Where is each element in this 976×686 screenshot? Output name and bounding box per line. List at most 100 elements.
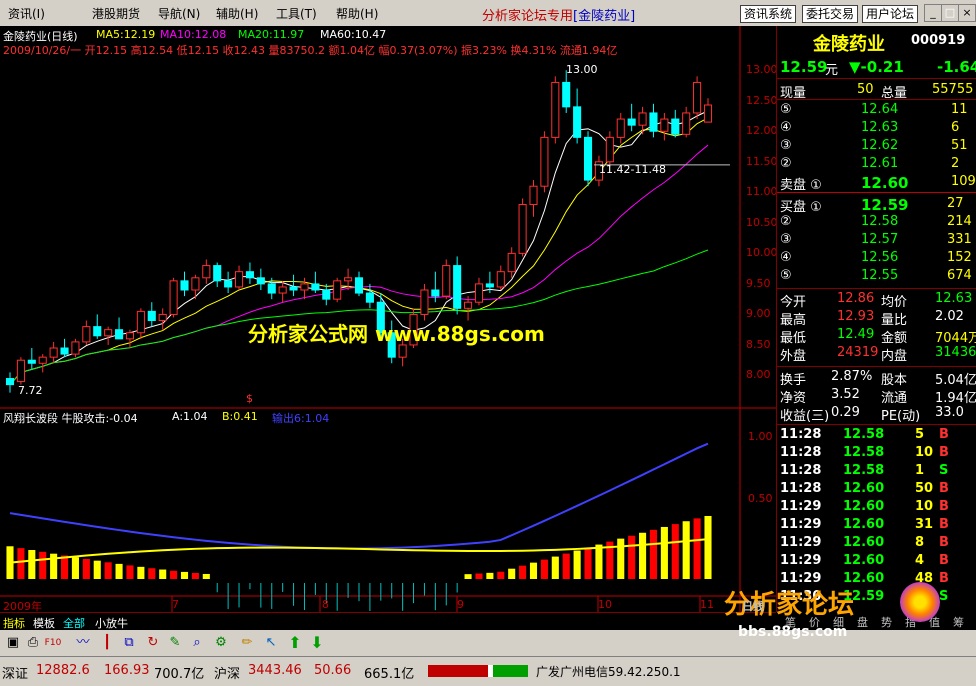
candle-body bbox=[573, 106, 582, 138]
window-title-text: 分析家论坛专用 bbox=[482, 9, 574, 24]
forum-button[interactable]: 用户论坛 bbox=[862, 5, 919, 23]
candle-body bbox=[551, 81, 560, 138]
candle-icon[interactable]: ┃ bbox=[98, 634, 116, 652]
tick-side: B bbox=[939, 535, 949, 550]
edit-icon[interactable]: ✏ bbox=[238, 634, 256, 652]
tick-price: 12.60 bbox=[843, 535, 885, 550]
stat-label: 量比 bbox=[881, 313, 908, 328]
tick-volume: 50 bbox=[915, 481, 934, 496]
candle-body bbox=[311, 283, 320, 291]
minimize-icon[interactable]: _ bbox=[924, 4, 942, 22]
indicator-line-a bbox=[9, 442, 709, 550]
tab-all[interactable]: 全部 bbox=[63, 615, 85, 631]
sz-change: 166.93 bbox=[104, 663, 150, 678]
indicator-title: 风翔长波段 牛股攻击:-0.04 bbox=[3, 412, 138, 425]
buy-price: 12.55 bbox=[861, 268, 899, 283]
candle-body bbox=[158, 313, 167, 322]
f10-icon[interactable]: F10 bbox=[44, 634, 62, 652]
tick-volume: 1 bbox=[915, 463, 925, 478]
menu-item-tools[interactable]: 工具(T) bbox=[276, 5, 317, 22]
indicator-bar bbox=[202, 573, 210, 579]
indicator-bar bbox=[573, 550, 581, 579]
candle-body bbox=[191, 277, 200, 291]
price-tick: 13.00 bbox=[746, 63, 778, 77]
menu-item-info[interactable]: 资讯(I) bbox=[8, 5, 45, 22]
market-breadth-bar bbox=[428, 665, 528, 677]
indicator-bar bbox=[475, 573, 483, 579]
up-arrow-icon[interactable]: ⬆ bbox=[286, 634, 304, 652]
candle-body bbox=[125, 332, 135, 340]
tick-volume: 8 bbox=[915, 535, 925, 550]
price-tick: 11.00 bbox=[746, 185, 778, 199]
sell-level-label: ⑤ bbox=[780, 102, 792, 117]
candle-body bbox=[529, 185, 538, 206]
candle-body bbox=[136, 310, 145, 334]
menu-item-assist[interactable]: 辅助(H) bbox=[216, 5, 258, 22]
tick-volume: 31 bbox=[915, 517, 934, 532]
tick-volume: 5 bbox=[915, 427, 925, 442]
indicator-bar bbox=[639, 532, 647, 579]
date-label-7: 7 bbox=[172, 598, 179, 611]
price-change: ▼-0.21 bbox=[849, 58, 904, 76]
stat-value: 12.63 bbox=[935, 291, 973, 306]
tick-time: 11:28 bbox=[780, 481, 822, 496]
stat-label: 外盘 bbox=[780, 349, 807, 364]
pen-icon[interactable]: ✎ bbox=[166, 634, 184, 652]
price-tick: 10.00 bbox=[746, 246, 778, 260]
stat-value: 12.49 bbox=[837, 327, 875, 342]
tools-icon[interactable]: ⚙ bbox=[212, 634, 230, 652]
stat-label: 均价 bbox=[881, 295, 908, 310]
buy-level-label: ④ bbox=[780, 250, 792, 265]
indicator-bar bbox=[82, 558, 90, 579]
trade-button[interactable]: 委托交易 bbox=[802, 5, 859, 23]
indicator-b: B:0.41 bbox=[222, 410, 258, 423]
news-system-button[interactable]: 资讯系统 bbox=[740, 5, 797, 23]
menu-item-navigate[interactable]: 导航(N) bbox=[158, 5, 200, 22]
tab-xiaofangniu[interactable]: 小放牛 bbox=[95, 615, 128, 631]
candle-body bbox=[518, 204, 527, 254]
search-icon[interactable]: ⌕ bbox=[188, 634, 206, 652]
select-icon[interactable]: ↖ bbox=[262, 634, 280, 652]
menu-item-help[interactable]: 帮助(H) bbox=[336, 5, 378, 22]
tick-time: 11:28 bbox=[780, 463, 822, 478]
stat-label: 股本 bbox=[881, 373, 908, 388]
tab-template[interactable]: 模板 bbox=[33, 615, 55, 631]
candle-body bbox=[322, 289, 331, 300]
indicator-bar bbox=[126, 565, 134, 579]
candle-body bbox=[71, 341, 80, 355]
sell-price: 12.60 bbox=[861, 174, 909, 192]
candle-body bbox=[49, 347, 58, 358]
down-arrow-icon[interactable]: ⬇ bbox=[308, 634, 326, 652]
buy-price: 12.58 bbox=[861, 214, 899, 229]
candle-body bbox=[496, 271, 505, 288]
refresh-icon[interactable]: ↻ bbox=[144, 634, 162, 652]
tab-indicator[interactable]: 指标 bbox=[3, 615, 25, 631]
print-icon[interactable]: ⎙ bbox=[24, 634, 42, 652]
indicator-bar bbox=[693, 518, 701, 579]
stat-label: 内盘 bbox=[881, 349, 908, 364]
indicator-bar bbox=[170, 570, 178, 579]
candle-body bbox=[453, 265, 462, 309]
indicator-bar bbox=[562, 553, 570, 579]
indicator-line-b bbox=[9, 538, 709, 564]
compare-icon[interactable]: ⧉ bbox=[120, 634, 138, 652]
hs-index: 3443.46 bbox=[248, 663, 302, 678]
indicator-bar bbox=[28, 550, 36, 579]
save-icon[interactable]: ▣ bbox=[4, 634, 22, 652]
stat-label: 最低 bbox=[780, 331, 807, 346]
candle-body bbox=[267, 283, 276, 294]
candle-body bbox=[485, 283, 494, 288]
candle-body bbox=[420, 289, 429, 315]
dollar-mark: $ bbox=[246, 392, 253, 405]
buy-volume: 674 bbox=[947, 268, 972, 283]
close-icon[interactable]: × bbox=[958, 4, 976, 22]
tick-price: 12.58 bbox=[843, 427, 885, 442]
sell-level-label: ④ bbox=[780, 120, 792, 135]
candle-body bbox=[365, 292, 374, 303]
kline-chart[interactable]: 金陵药业(日线) MA5:12.19 MA10:12.08 MA20:11.97… bbox=[0, 26, 778, 613]
line-chart-icon[interactable]: 〰 bbox=[74, 634, 92, 652]
indicator-bar bbox=[104, 562, 112, 579]
maximize-icon[interactable]: □ bbox=[941, 4, 959, 22]
forum-watermark: 分析家论坛 bbs.88gs.com 日线 bbox=[724, 576, 976, 656]
menu-item-hk-futures[interactable]: 港股期货 bbox=[92, 5, 140, 22]
